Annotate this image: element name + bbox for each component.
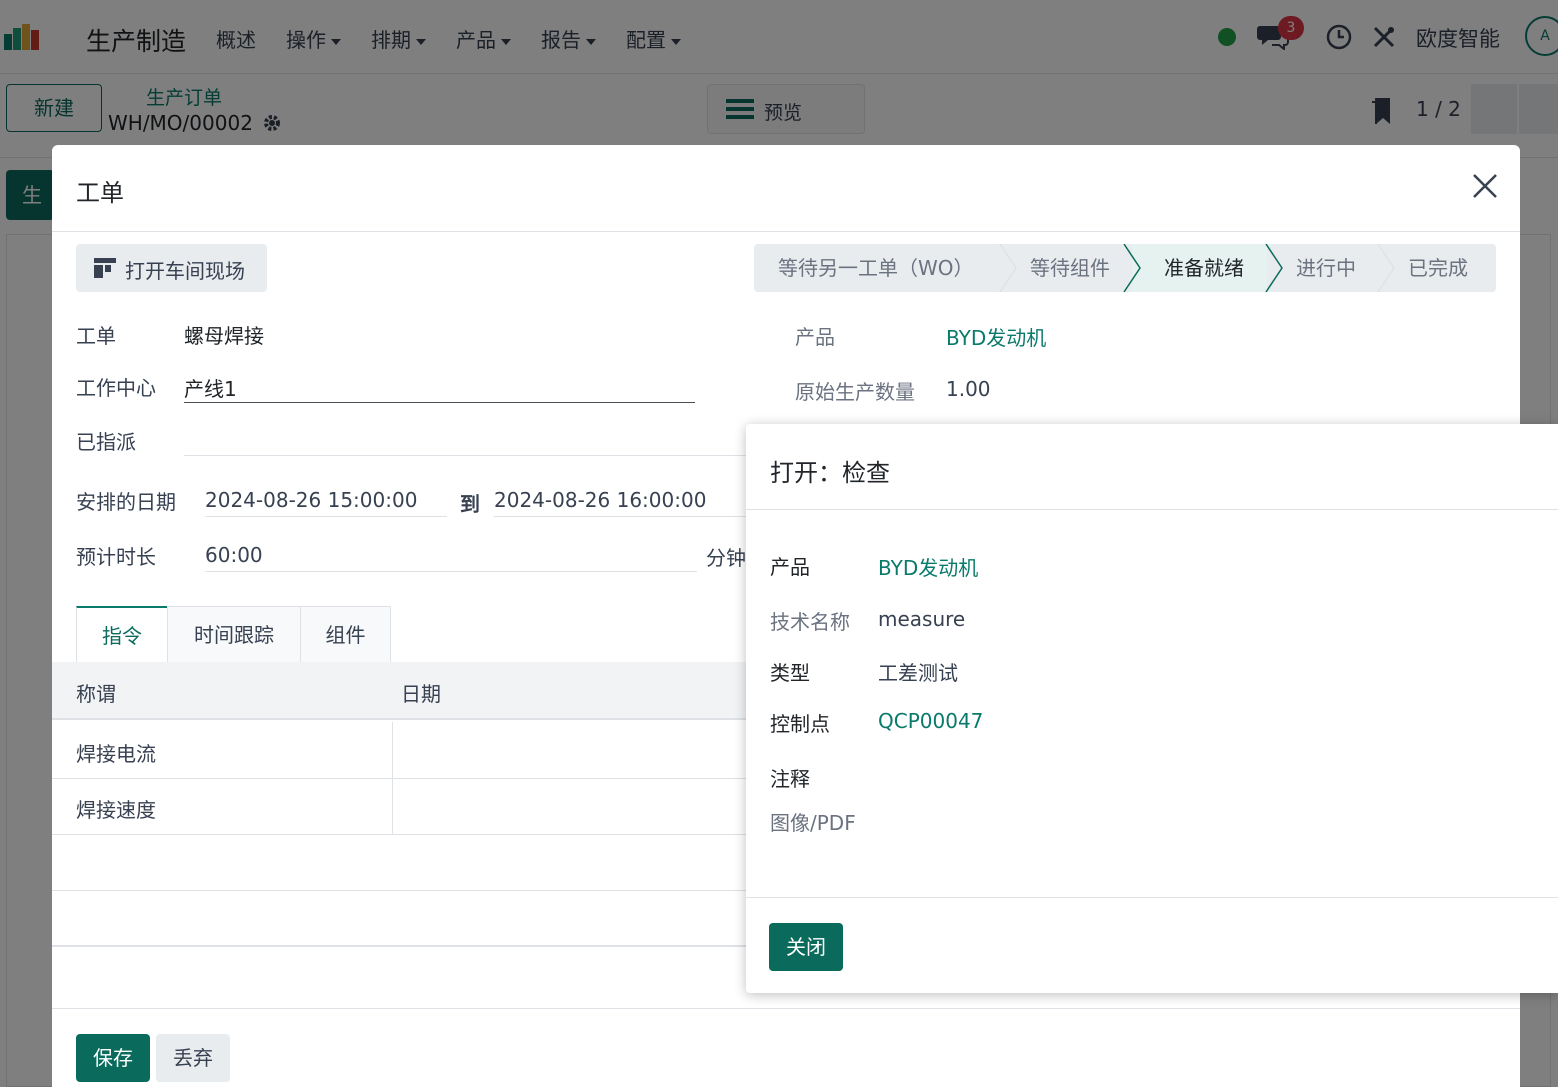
- row-title: 焊接电流: [76, 742, 156, 766]
- stage-waiting-wo[interactable]: 等待另一工单（WO）: [778, 244, 974, 292]
- scheduled-start-field[interactable]: 2024-08-26 15:00:00: [205, 488, 417, 512]
- scheduled-end-field[interactable]: 2024-08-26 16:00:00: [494, 488, 706, 512]
- open-shopfloor-label: 打开车间现场: [125, 259, 245, 283]
- column-header-date[interactable]: 日期: [401, 678, 441, 707]
- check-dialog-header: 打开：检查: [746, 424, 1558, 510]
- dialog-title: 工单: [76, 179, 124, 207]
- tab-time-tracking[interactable]: 时间跟踪: [167, 606, 301, 663]
- image-pdf-label: 图像/PDF: [770, 811, 856, 835]
- duration-underline: [205, 571, 697, 572]
- tech-name-label: 技术名称: [770, 610, 850, 634]
- assigned-underline: [184, 455, 746, 456]
- discard-button[interactable]: 丢弃: [156, 1034, 230, 1082]
- workcenter-label: 工作中心: [76, 376, 156, 400]
- stage-separator-icon: [1265, 244, 1283, 292]
- duration-field[interactable]: 60:00: [205, 543, 263, 567]
- product-label: 产品: [795, 325, 835, 349]
- column-divider: [392, 778, 393, 835]
- control-point-link[interactable]: QCP00047: [878, 709, 983, 733]
- column-divider: [392, 722, 393, 779]
- open-shopfloor-button[interactable]: 打开车间现场: [76, 244, 267, 292]
- check-product-label: 产品: [770, 555, 810, 579]
- status-bar: 等待另一工单（WO） 等待组件 准备就绪 进行中 已完成: [754, 244, 1496, 292]
- type-label: 类型: [770, 661, 810, 685]
- workorder-dialog-footer: 保存 丢弃: [52, 1008, 1520, 1087]
- scheduled-date-label: 安排的日期: [76, 490, 176, 514]
- stage-separator-icon: [1123, 244, 1141, 292]
- close-icon[interactable]: [1470, 171, 1500, 201]
- check-dialog-footer: 关闭: [746, 897, 1558, 993]
- save-button[interactable]: 保存: [76, 1034, 150, 1082]
- workorder-label: 工单: [76, 324, 116, 348]
- check-dialog-title: 打开：检查: [770, 459, 890, 487]
- type-value: 工差测试: [878, 661, 958, 685]
- scheduled-start-underline: [205, 516, 447, 517]
- close-button[interactable]: 关闭: [769, 923, 843, 971]
- tab-components[interactable]: 组件: [300, 606, 391, 663]
- to-label: 到: [460, 492, 480, 516]
- stage-separator-icon: [1377, 244, 1395, 292]
- tab-instructions[interactable]: 指令: [76, 606, 168, 663]
- control-point-label: 控制点: [770, 712, 830, 736]
- assigned-label: 已指派: [76, 430, 136, 454]
- workcenter-field[interactable]: 产线1: [184, 373, 237, 402]
- workorder-dialog-header: 工单: [52, 145, 1520, 232]
- scheduled-end-underline: [494, 516, 746, 517]
- stage-in-progress[interactable]: 进行中: [1296, 244, 1356, 292]
- stage-ready[interactable]: 准备就绪: [1164, 244, 1244, 292]
- shopfloor-icon: [94, 258, 116, 278]
- tech-name-value: measure: [878, 607, 966, 631]
- workcenter-underline: [184, 402, 695, 403]
- column-header-title[interactable]: 称谓: [76, 678, 116, 707]
- duration-label: 预计时长: [76, 545, 156, 569]
- original-qty-value: 1.00: [946, 377, 991, 401]
- original-qty-label: 原始生产数量: [795, 380, 915, 404]
- stage-done[interactable]: 已完成: [1408, 244, 1468, 292]
- note-label: 注释: [770, 767, 810, 791]
- workorder-value: 螺母焊接: [184, 324, 264, 348]
- stage-waiting-components[interactable]: 等待组件: [1030, 244, 1110, 292]
- row-title: 焊接速度: [76, 798, 156, 822]
- stage-separator-icon: [999, 244, 1017, 292]
- check-dialog: 打开：检查 产品 BYD发动机 技术名称 measure 类型 工差测试 控制点…: [746, 424, 1558, 993]
- duration-unit: 分钟: [706, 546, 746, 570]
- check-product-link[interactable]: BYD发动机: [878, 552, 978, 581]
- product-link[interactable]: BYD发动机: [946, 322, 1046, 351]
